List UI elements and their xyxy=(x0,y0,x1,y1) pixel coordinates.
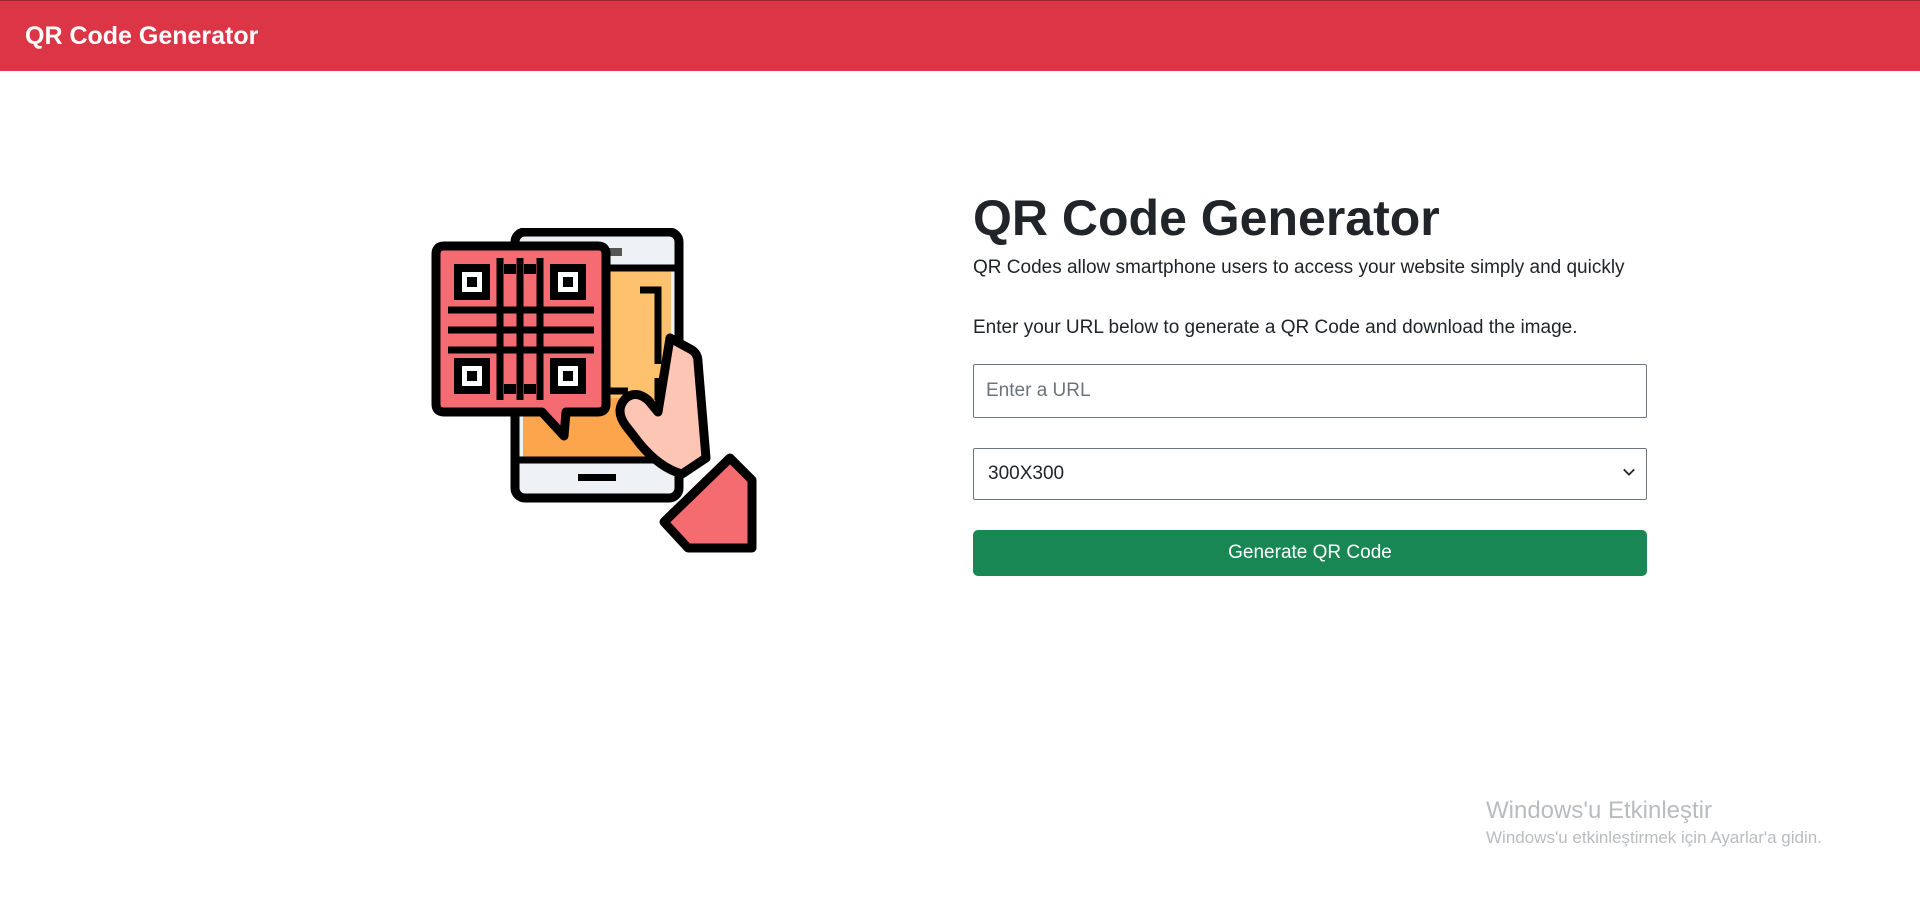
navbar: QR Code Generator xyxy=(0,0,1920,71)
windows-activation-watermark: Windows'u Etkinleştir Windows'u etkinleş… xyxy=(1486,795,1822,850)
instruction-text: Enter your URL below to generate a QR Co… xyxy=(973,316,1578,338)
intro-text: QR Codes allow smartphone users to acces… xyxy=(973,257,1625,278)
main-content: QR Code Generator QR Codes allow smartph… xyxy=(973,188,1647,576)
watermark-title: Windows'u Etkinleştir xyxy=(1486,797,1712,824)
size-select[interactable]: 300X300 xyxy=(973,448,1647,500)
page-title: QR Code Generator xyxy=(973,190,1440,246)
size-select-value: 300X300 xyxy=(988,463,1065,484)
generate-qr-button[interactable]: Generate QR Code xyxy=(973,530,1647,576)
navbar-brand[interactable]: QR Code Generator xyxy=(25,22,258,51)
url-input[interactable] xyxy=(973,364,1647,418)
watermark-subtitle: Windows'u etkinleştirmek için Ayarlar'a … xyxy=(1486,828,1822,848)
chevron-down-icon xyxy=(1623,468,1635,476)
phone-qr-code-icon xyxy=(430,227,760,558)
